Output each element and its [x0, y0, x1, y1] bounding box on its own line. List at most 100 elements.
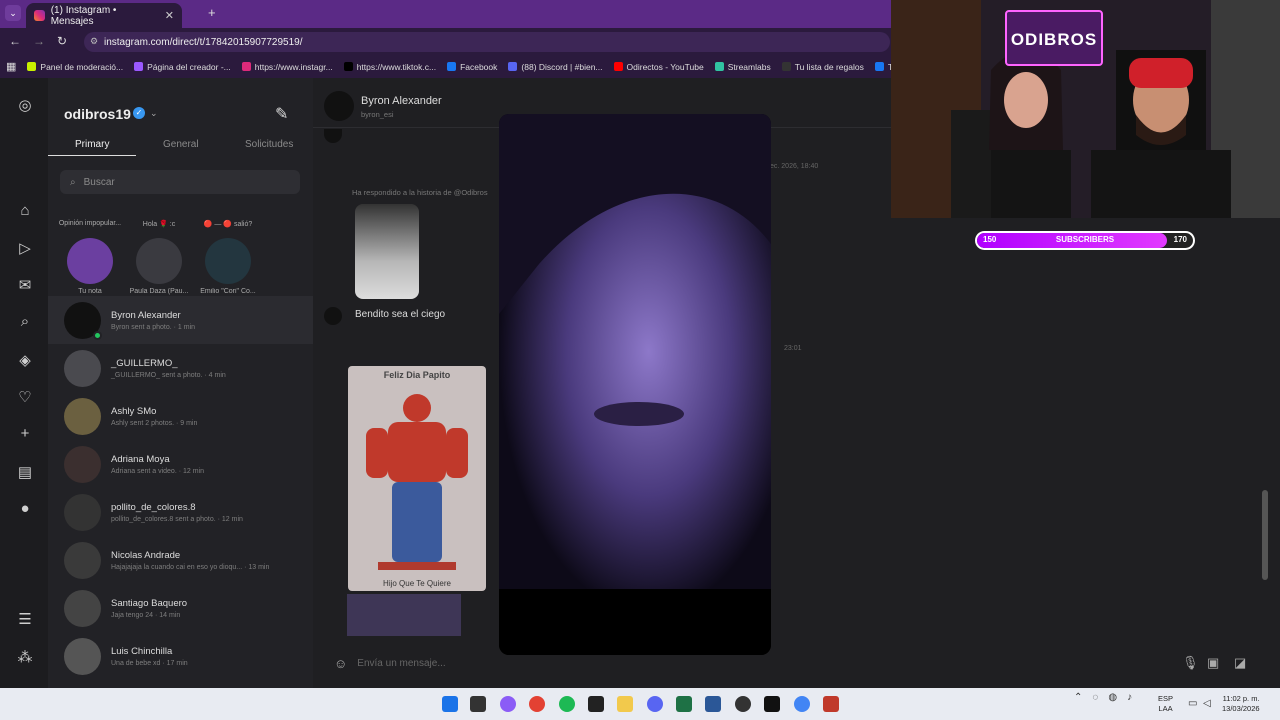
- notifications-heart-icon[interactable]: ♡: [16, 388, 34, 406]
- back-arrow-icon[interactable]: ←: [9, 34, 21, 48]
- create-plus-icon[interactable]: +: [16, 425, 34, 442]
- conversation-item[interactable]: Santiago Baquero Jaja tengo 24 · 14 min: [48, 584, 313, 632]
- note-name: Tu nota: [78, 288, 102, 295]
- chat-contact-name[interactable]: Byron Alexander: [361, 95, 442, 107]
- neon-sign: ODIBROS: [1005, 10, 1103, 66]
- message-composer[interactable]: ☺ Envía un mensaje...: [330, 650, 1265, 676]
- taskbar-clock[interactable]: 11:02 p. m. 13/03/2026: [1222, 694, 1260, 714]
- message-timestamp: 23:01: [784, 345, 802, 352]
- note-item[interactable]: Hola 🌹 :c Paula Daza (Pau...: [127, 220, 191, 295]
- bookmark-item[interactable]: Streamlabs: [714, 62, 771, 72]
- spotify-icon[interactable]: [559, 696, 575, 712]
- search-icon[interactable]: ⌕: [16, 313, 34, 330]
- input-language[interactable]: ESP LAA: [1158, 694, 1173, 714]
- image-upload-icon[interactable]: ▣: [1207, 655, 1219, 671]
- microphone-tray-icon[interactable]: ♪: [1127, 692, 1132, 703]
- conversation-preview: Byron sent a photo. · 1 min: [111, 323, 196, 331]
- bookmark-favicon-icon: [27, 62, 37, 71]
- dashboard-icon[interactable]: ▤: [16, 463, 34, 481]
- discord-icon[interactable]: [647, 696, 663, 712]
- tab-general[interactable]: General: [163, 139, 199, 150]
- avatar: [64, 541, 101, 579]
- conversation-name: Luis Chinchilla: [111, 645, 173, 657]
- story-reply-note: Ha respondido a la historia de @Odibros: [352, 188, 488, 197]
- chrome-icon[interactable]: [529, 696, 545, 712]
- account-switch-chevron-down-icon[interactable]: ⌄: [150, 108, 158, 119]
- profile-avatar-icon[interactable]: ●: [16, 500, 34, 517]
- conversation-item[interactable]: _GUILLERMO_ _GUILLERMO_ sent a photo. · …: [48, 344, 313, 392]
- emoji-icon[interactable]: ☺: [334, 656, 347, 671]
- avatar[interactable]: [324, 91, 354, 121]
- volume-icon[interactable]: ◁: [1203, 698, 1211, 709]
- microphone-icon[interactable]: 🎙: [1182, 655, 1199, 671]
- note-name: Paula Daza (Pau...: [129, 288, 189, 295]
- bookmark-item[interactable]: Panel de moderació...: [27, 62, 123, 72]
- tray-app-icon[interactable]: ◍: [1108, 692, 1117, 703]
- chrome-active-icon[interactable]: [794, 696, 810, 712]
- bookmark-item[interactable]: (88) Discord | #bien...: [508, 62, 603, 72]
- meta-apps-icon[interactable]: ⁂: [16, 648, 34, 666]
- bookmark-item[interactable]: Tu lista de regalos: [781, 62, 864, 72]
- site-info-icon[interactable]: ⚙: [90, 36, 98, 47]
- streaming-app-icon[interactable]: [823, 696, 839, 712]
- explore-icon[interactable]: ◈: [16, 351, 34, 369]
- conversation-item[interactable]: pollito_de_colores.8 pollito_de_colores.…: [48, 488, 313, 536]
- tab-primary[interactable]: Primary: [75, 139, 109, 150]
- menu-hamburger-icon[interactable]: ☰: [16, 610, 34, 628]
- conversation-name: Ashly SMo: [111, 405, 157, 417]
- windows-start-icon[interactable]: [442, 696, 458, 712]
- file-explorer-icon[interactable]: [617, 696, 633, 712]
- conversation-preview: _GUILLERMO_ sent a photo. · 4 min: [111, 371, 226, 379]
- conversation-item[interactable]: Ashly SMo Ashly sent 2 photos. · 9 min: [48, 392, 313, 440]
- word-icon[interactable]: [705, 696, 721, 712]
- url-text: instagram.com/direct/t/17842015907729519…: [104, 36, 303, 48]
- new-message-compose-icon[interactable]: ✎: [275, 104, 288, 124]
- home-icon[interactable]: ⌂: [16, 202, 34, 219]
- apps-grid-icon[interactable]: ▦: [6, 60, 16, 73]
- bookmark-item[interactable]: https://www.instagr...: [241, 61, 333, 72]
- story-thumbnail[interactable]: [355, 204, 419, 299]
- shared-photo[interactable]: Feliz Dia Papito Hijo Que Te Quiere: [348, 366, 486, 591]
- browser-tab-instagram[interactable]: (1) Instagram • Mensajes ✕: [26, 3, 182, 28]
- tray-overflow-chevron-icon[interactable]: ⌃: [1074, 692, 1082, 703]
- scrollbar[interactable]: [1262, 490, 1268, 580]
- tray-app-icon[interactable]: ◌: [1092, 692, 1098, 703]
- task-view-icon[interactable]: [470, 696, 486, 712]
- instagram-logo-icon[interactable]: ◎: [16, 96, 34, 114]
- conversation-item[interactable]: Luis Chinchilla Una de bebe xd · 17 min: [48, 632, 313, 680]
- bookmark-label: Panel de moderació...: [40, 61, 124, 72]
- bookmark-item[interactable]: Odirectos - YouTube: [613, 62, 704, 72]
- capcut-icon[interactable]: [764, 696, 780, 712]
- bookmark-label: https://www.instagr...: [254, 61, 333, 72]
- reels-icon[interactable]: ▷: [16, 239, 34, 257]
- shared-photo[interactable]: [347, 594, 461, 636]
- network-icon[interactable]: ▭: [1188, 698, 1197, 709]
- new-tab-button[interactable]: +: [208, 5, 216, 20]
- excel-icon[interactable]: [676, 696, 692, 712]
- note-bubble: Opinión impopular...: [58, 220, 122, 227]
- tab-close-icon[interactable]: ✕: [165, 9, 174, 22]
- nav-rail: [0, 78, 48, 688]
- tab-requests[interactable]: Solicitudes: [245, 139, 293, 150]
- forward-arrow-icon[interactable]: →: [33, 34, 45, 48]
- note-item[interactable]: 🔴 — 🔴 salió? Emilio "Cori" Co...: [196, 220, 260, 295]
- conversation-item[interactable]: Byron Alexander Byron sent a photo. · 1 …: [48, 296, 313, 344]
- reload-icon[interactable]: ↻: [57, 34, 67, 48]
- copilot-icon[interactable]: [500, 696, 516, 712]
- search-input[interactable]: ⌕ Buscar: [60, 170, 300, 194]
- bookmark-item[interactable]: Facebook: [447, 62, 497, 72]
- bookmark-item[interactable]: https://www.tiktok.c...: [343, 62, 436, 72]
- conversation-item[interactable]: Nicolas Andrade Hajajajaja la cuando cai…: [48, 536, 313, 584]
- messages-icon[interactable]: ✉: [16, 276, 34, 294]
- note-item[interactable]: Opinión impopular... Tu nota: [58, 220, 122, 295]
- bookmark-item[interactable]: Página del creador -...: [134, 62, 231, 72]
- epic-games-icon[interactable]: [588, 696, 604, 712]
- tab-title: (1) Instagram • Mensajes: [50, 4, 117, 27]
- address-bar[interactable]: ⚙ instagram.com/direct/t/178420159077295…: [84, 32, 890, 52]
- sticker-icon[interactable]: ◪: [1234, 655, 1246, 671]
- obs-icon[interactable]: [735, 696, 751, 712]
- tab-search-button[interactable]: ⌄: [5, 5, 21, 21]
- conversation-item[interactable]: Adriana Moya Adriana sent a video. · 12 …: [48, 440, 313, 488]
- avatar: [64, 589, 101, 627]
- account-username[interactable]: odibros19: [64, 106, 131, 122]
